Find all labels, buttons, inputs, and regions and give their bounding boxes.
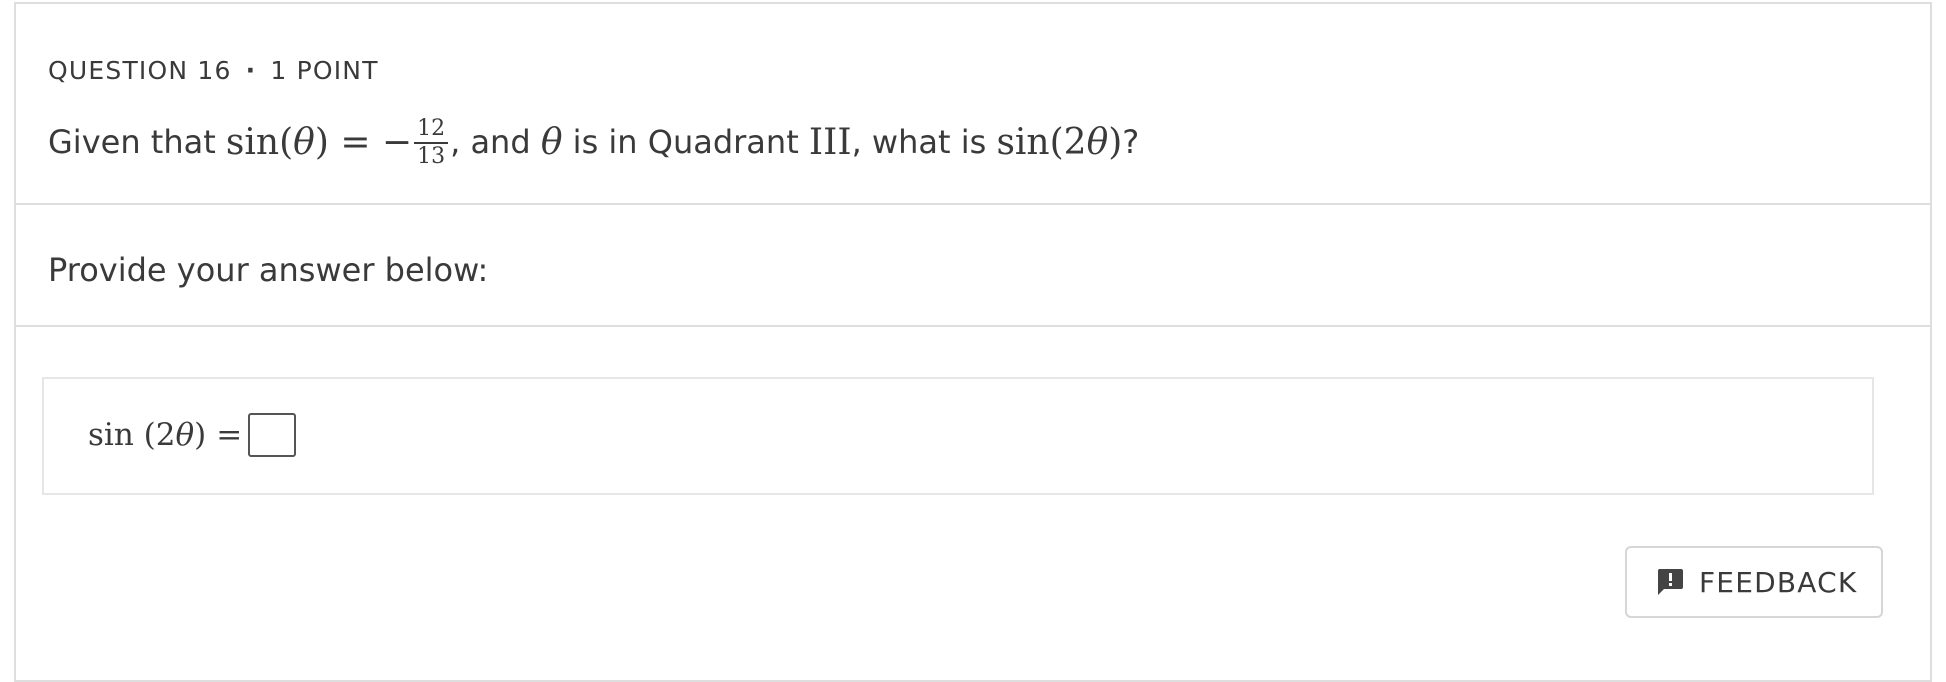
question-text-quadrant: is in Quadrant bbox=[572, 123, 799, 161]
fraction-numerator: 12 bbox=[414, 117, 449, 144]
math-theta: θ bbox=[293, 121, 315, 163]
math-sin-2theta: sin(2θ) bbox=[996, 122, 1122, 163]
question-header: QUESTION 16 · 1 POINT Given that sin(θ) = … bbox=[16, 4, 1930, 205]
question-number: QUESTION 16 bbox=[48, 56, 232, 85]
math-sin2-open: sin(2 bbox=[996, 121, 1087, 163]
answer-arg-open: (2 bbox=[143, 417, 176, 453]
math-theta-inline: θ bbox=[541, 122, 563, 163]
answer-input[interactable] bbox=[248, 413, 297, 457]
math-sin2-close: ) bbox=[1108, 121, 1123, 163]
fraction-denominator: 13 bbox=[417, 144, 446, 169]
answer-arg-close: ) bbox=[194, 417, 207, 453]
math-theta-3: θ bbox=[1086, 121, 1109, 163]
math-eq-minus: ) = − bbox=[314, 121, 413, 163]
question-text-and: , and bbox=[450, 123, 531, 161]
math-sin-theta: sin(θ) = − bbox=[226, 122, 412, 163]
question-text: Given that sin(θ) = −12 13, and θ is in Q… bbox=[48, 116, 1140, 169]
math-theta-2: θ bbox=[540, 121, 563, 163]
answer-equals: = bbox=[216, 417, 243, 453]
math-quadrant: III bbox=[808, 121, 852, 163]
meta-separator: · bbox=[245, 56, 257, 85]
question-text-what-is: , what is bbox=[851, 123, 987, 161]
math-sin-open: sin( bbox=[225, 121, 294, 163]
feedback-label: FEEDBACK bbox=[1699, 565, 1858, 599]
answer-box: sin (2 θ) = bbox=[42, 377, 1874, 495]
question-mark: ? bbox=[1122, 123, 1140, 161]
question-text-given: Given that bbox=[48, 123, 216, 161]
question-meta: QUESTION 16 · 1 POINT bbox=[48, 56, 379, 85]
answer-theta: θ bbox=[175, 417, 195, 453]
answer-prompt: Provide your answer below: bbox=[48, 251, 489, 289]
answer-expression: sin (2 θ) = bbox=[88, 413, 297, 457]
feedback-button[interactable]: FEEDBACK bbox=[1625, 546, 1883, 618]
fraction: 12 13 bbox=[414, 117, 449, 169]
feedback-icon bbox=[1655, 567, 1685, 597]
answer-func: sin bbox=[88, 417, 134, 453]
prompt-section: Provide your answer below: bbox=[16, 205, 1930, 327]
question-points: 1 POINT bbox=[270, 56, 379, 85]
